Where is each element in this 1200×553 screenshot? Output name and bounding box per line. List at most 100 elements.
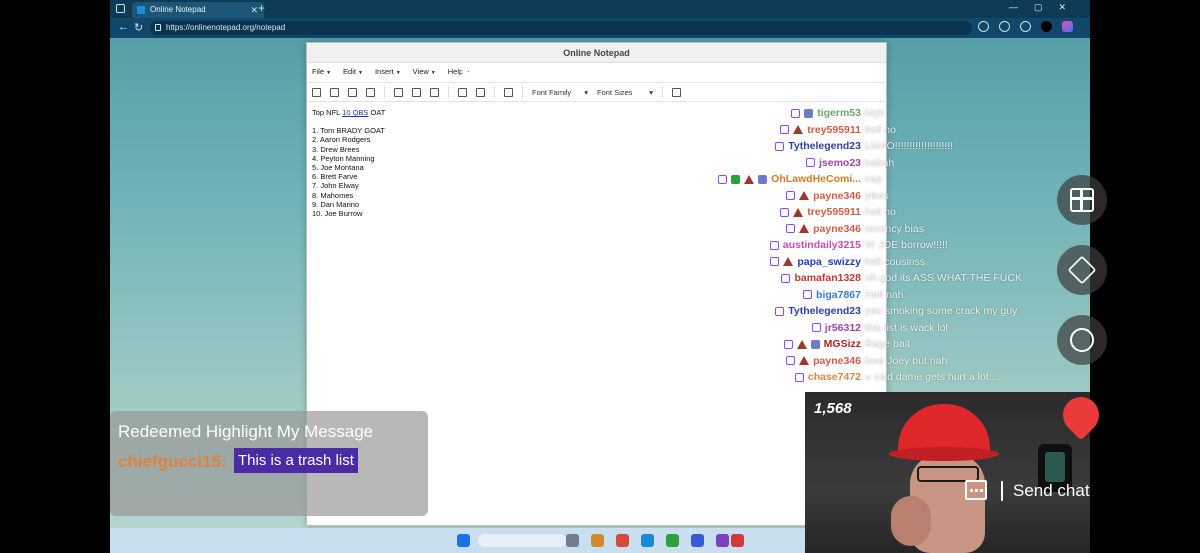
taskbar-app-icon[interactable] [691, 534, 704, 547]
paste-icon[interactable] [430, 87, 439, 97]
chat-username: papa_swizzy [797, 255, 861, 268]
taskbar-app-icon[interactable] [566, 534, 579, 547]
windows-taskbar [110, 528, 805, 553]
highlight-title: Redeemed Highlight My Message [118, 422, 374, 441]
twitch-badge-icon [775, 306, 785, 316]
chat-text: high [865, 107, 885, 119]
new-file-icon[interactable] [312, 87, 321, 97]
toolbar-divider [448, 86, 449, 98]
gift-icon [1070, 188, 1094, 212]
twitch-badge-icon [783, 339, 793, 349]
chat-message: papa_swizzy hell cousinss [700, 254, 1080, 270]
chat-message: trey595911 hell no [700, 122, 1080, 138]
chat-text: Rage bait [865, 338, 910, 350]
profile-avatar-icon[interactable] [1041, 21, 1052, 32]
window-controls[interactable]: —▢✕ [1009, 2, 1082, 13]
font-family-select[interactable]: Font Family ▾ [532, 88, 588, 97]
address-bar[interactable]: https://onlinenotepad.org/notepad [150, 21, 972, 35]
chat-text: cap [865, 173, 882, 185]
chat-username: Tythelegend23 [788, 140, 861, 152]
extensions-icon[interactable] [1020, 21, 1031, 32]
diamond-button[interactable] [1057, 245, 1107, 295]
twitch-badge-icon [803, 290, 813, 299]
chat-username: biga7867 [816, 288, 861, 301]
chat-text: Hell nah [865, 288, 904, 301]
chat-username: jr56312 [824, 321, 861, 334]
highlight-username: chiefgucci15: [118, 452, 227, 471]
chat-username: trey595911 [807, 123, 861, 136]
chat-badge-icon [758, 174, 768, 184]
toolbar-divider [384, 86, 385, 98]
cut-icon[interactable] [394, 87, 403, 97]
browser-toolbar: ← ↻ https://onlinenotepad.org/notepad [110, 18, 1090, 38]
chat-username: Tythelegend23 [788, 305, 861, 317]
window-menu-icon[interactable] [116, 4, 125, 13]
fullscreen-icon[interactable] [672, 87, 681, 97]
warning-badge-icon [799, 224, 810, 233]
find-icon[interactable] [504, 87, 513, 97]
redo-icon[interactable] [476, 87, 485, 97]
copilot-icon[interactable] [1062, 21, 1073, 32]
taskbar-app-icon[interactable] [591, 534, 604, 547]
search-box[interactable] [478, 534, 566, 547]
font-size-select[interactable]: Font Sizes ▾ [597, 88, 653, 97]
menu-view[interactable]: View ▼ [413, 63, 436, 81]
menu-edit[interactable]: Edit ▼ [343, 63, 363, 81]
chat-username: jsemo23 [818, 156, 861, 169]
collections-icon[interactable] [999, 21, 1010, 32]
gift-button[interactable] [1057, 175, 1107, 225]
taskbar-app-icon[interactable] [616, 534, 629, 547]
toolbar-divider [662, 86, 663, 98]
chat-message: jr56312 this list is wack lol [700, 320, 1080, 336]
chat-username: austindaily3215 [782, 239, 861, 251]
start-icon[interactable] [457, 534, 470, 547]
chat-message: tigerm53 high [700, 105, 1080, 121]
send-chat-button[interactable]: Send chat [805, 472, 1105, 512]
url-text: https://onlinenotepad.org/notepad [166, 23, 286, 32]
letterbox-right [1090, 0, 1200, 553]
back-icon[interactable]: ← [118, 21, 129, 33]
taskbar-app-icon[interactable] [641, 534, 654, 547]
twitch-badge-icon [769, 240, 779, 250]
chat-text: you smoking some crack my guy [865, 305, 1018, 317]
warning-badge-icon [783, 257, 794, 266]
diamond-icon [1067, 255, 1097, 285]
twitch-badge-icon [811, 323, 821, 332]
chat-username: bamafan1328 [794, 272, 861, 284]
timer-button[interactable] [1057, 315, 1107, 365]
highlight-message: This is a trash list [234, 448, 358, 473]
copy-icon[interactable] [412, 87, 421, 97]
warning-badge-icon [799, 356, 810, 365]
warning-badge-icon [744, 174, 755, 184]
notepad-menubar: File ▼ Edit ▼ Insert ▼ View ▼ Help ▼ [307, 63, 886, 81]
chat-username: chase7472 [807, 371, 861, 383]
chat-message: jsemo23 babah [700, 155, 1080, 171]
tab-close-icon[interactable]: ✕ [250, 2, 258, 18]
taskbar-app-icon[interactable] [716, 534, 729, 547]
browser-tab[interactable]: Online Notepad ✕ [132, 2, 264, 18]
menu-file[interactable]: File ▼ [312, 63, 331, 81]
refresh-icon[interactable]: ↻ [134, 21, 143, 34]
open-file-icon[interactable] [330, 87, 339, 97]
undo-icon[interactable] [458, 87, 467, 97]
new-tab-icon[interactable]: + [258, 1, 265, 15]
chat-message: payne346 love Joey but nah [700, 353, 1080, 369]
highlight-message-overlay: Redeemed Highlight My Message chiefgucci… [110, 411, 428, 516]
notepad-toolbar: Font Family ▾ Font Sizes ▾ [307, 82, 886, 102]
taskbar-app-icon[interactable] [731, 534, 744, 547]
chat-message: Tythelegend23 you smoking some crack my g… [700, 303, 1080, 319]
print-icon[interactable] [366, 87, 375, 97]
chat-username: MGSizz [823, 338, 861, 350]
chat-text: hell cousinss [865, 255, 926, 268]
menu-insert[interactable]: Insert ▼ [375, 63, 401, 81]
chat-message: MGSizz Rage bait [700, 336, 1080, 352]
chat-text: love Joey but nah [865, 354, 948, 367]
twitch-badge-icon [786, 191, 796, 200]
taskbar-app-icon[interactable] [666, 534, 679, 547]
viewer-count: 1,568 [814, 400, 852, 417]
chat-text: recency bias [865, 222, 924, 235]
favorite-icon[interactable] [978, 21, 989, 32]
chat-message: austindaily3215 W JOE borrow!!!!! [700, 237, 1080, 253]
chat-text: LMAO!!!!!!!!!!!!!!!!!!!! [865, 140, 954, 152]
save-icon[interactable] [348, 87, 357, 97]
